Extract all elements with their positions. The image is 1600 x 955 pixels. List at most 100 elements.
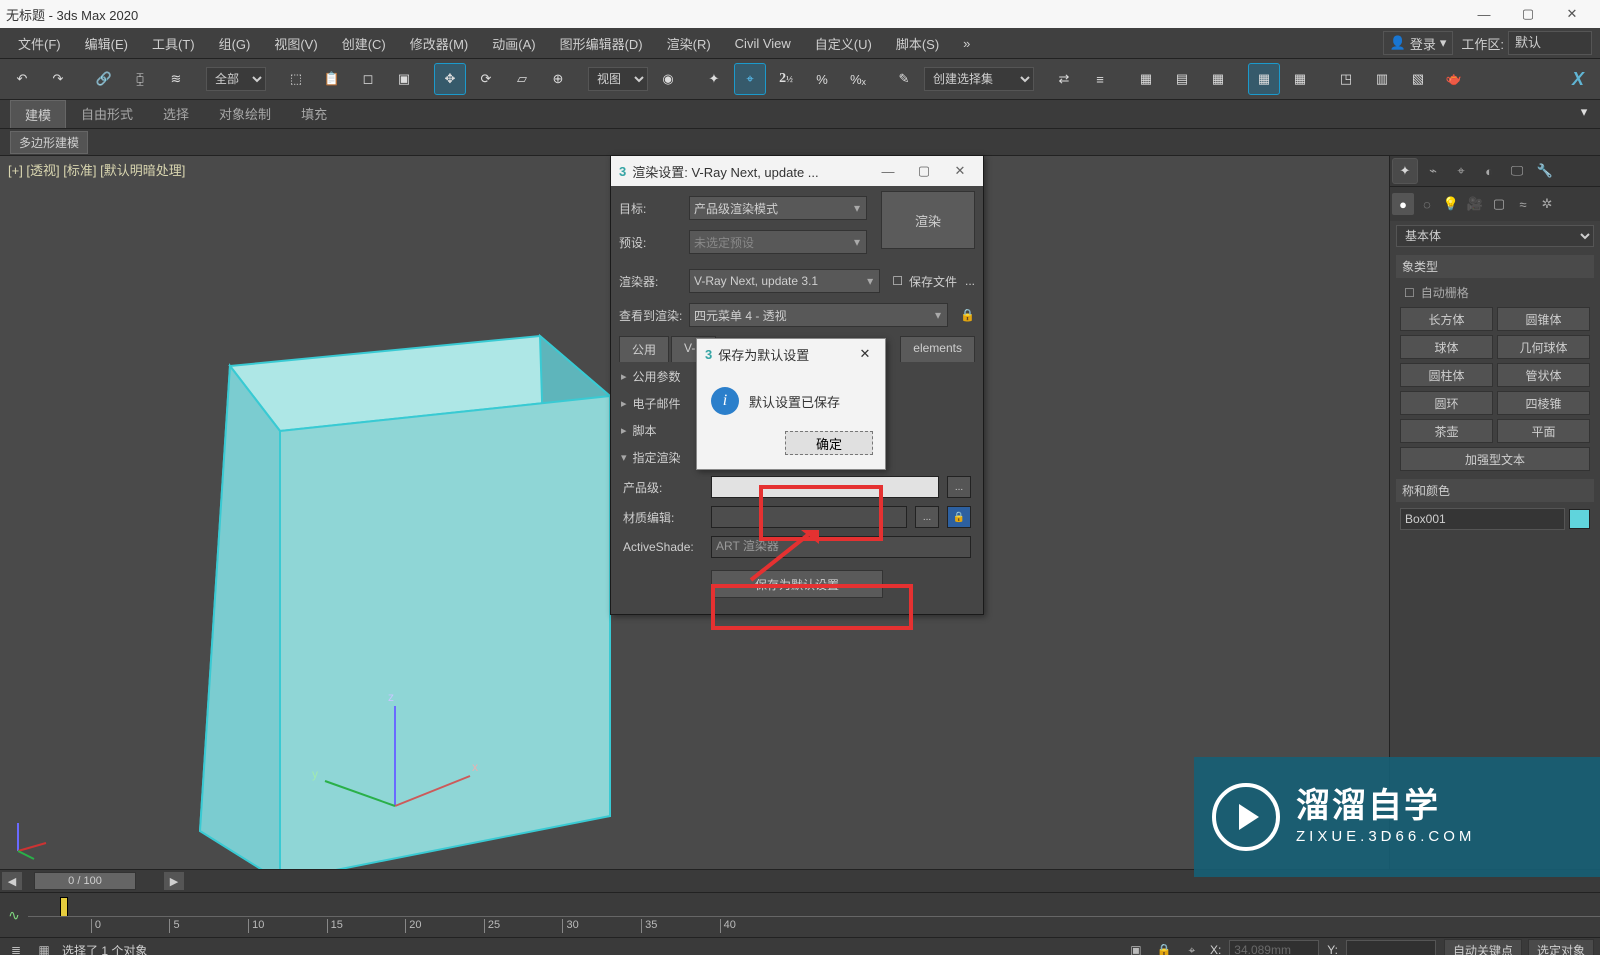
dialog-close-icon[interactable]: ✕	[945, 156, 975, 186]
x-tool-icon[interactable]: X	[1562, 63, 1594, 95]
more-icon[interactable]: ...	[965, 274, 975, 288]
create-spacewarps-icon[interactable]: ≈	[1512, 193, 1534, 215]
curve-editor-icon[interactable]: ▦	[1248, 63, 1280, 95]
panel-tab-hierarchy-icon[interactable]: ⌖	[1448, 158, 1474, 184]
snap-lock-icon[interactable]: ⌖	[1182, 940, 1202, 955]
checkbox-icon[interactable]: ☐	[892, 274, 903, 288]
dialog-maximize-icon[interactable]: ▢	[909, 156, 939, 186]
placement-icon[interactable]: ⊕	[542, 63, 574, 95]
info-close-icon[interactable]: ✕	[853, 346, 877, 362]
scale-icon[interactable]: ▱	[506, 63, 538, 95]
create-shapes-icon[interactable]: ◌	[1416, 193, 1438, 215]
reference-coord-select[interactable]: 视图	[588, 67, 648, 91]
key-marker-icon[interactable]	[60, 897, 68, 917]
panel-tab-motion-icon[interactable]: ◐	[1476, 158, 1502, 184]
layers-icon[interactable]: ▦	[1130, 63, 1162, 95]
named-selection-select[interactable]: 创建选择集	[924, 67, 1034, 91]
menu-civil-view[interactable]: Civil View	[723, 28, 803, 58]
spinner-snap-icon[interactable]: %ₓ	[842, 63, 874, 95]
time-thumb[interactable]: 0 / 100	[34, 872, 136, 890]
object-color-swatch[interactable]	[1569, 509, 1590, 529]
ribbon-tab-freeform[interactable]: 自由形式	[66, 99, 148, 128]
edit-named-sel-icon[interactable]: ✎	[888, 63, 920, 95]
login-button[interactable]: 👤 登录 ▾	[1383, 31, 1454, 55]
tab-common[interactable]: 公用	[619, 336, 669, 362]
menu-script[interactable]: 脚本(S)	[884, 28, 951, 58]
time-next-button[interactable]: ▶	[164, 872, 184, 890]
view-select[interactable]: 四元菜单 4 - 透视	[689, 303, 948, 327]
render-setup-icon[interactable]: ▥	[1366, 63, 1398, 95]
target-select[interactable]: 产品级渲染模式	[689, 196, 867, 220]
menu-render[interactable]: 渲染(R)	[655, 28, 723, 58]
mirror-icon[interactable]: ⇄	[1048, 63, 1080, 95]
mat-lock-icon[interactable]: 🔒	[947, 506, 971, 528]
menu-modifiers[interactable]: 修改器(M)	[398, 28, 481, 58]
material-editor-icon[interactable]: ◳	[1330, 63, 1362, 95]
track-toggle-icon[interactable]: ▦	[34, 940, 54, 955]
pivot-icon[interactable]: ◉	[652, 63, 684, 95]
primitive-cone-button[interactable]: 圆锥体	[1497, 307, 1590, 331]
prod-browse-button[interactable]: ...	[947, 476, 971, 498]
window-close-icon[interactable]: ✕	[1550, 0, 1594, 28]
ribbon-tab-paint[interactable]: 对象绘制	[204, 99, 286, 128]
ribbon-tab-selection[interactable]: 选择	[148, 99, 204, 128]
primitive-pyramid-button[interactable]: 四棱锥	[1497, 391, 1590, 415]
primitive-sphere-button[interactable]: 球体	[1400, 335, 1493, 359]
window-maximize-icon[interactable]: ▢	[1506, 0, 1550, 28]
isolate-icon[interactable]: ▣	[1126, 940, 1146, 955]
move-icon[interactable]: ✥	[434, 63, 466, 95]
panel-tab-create-icon[interactable]: ✦	[1392, 158, 1418, 184]
lock-icon[interactable]: 🔒	[1154, 940, 1174, 955]
menu-tools[interactable]: 工具(T)	[140, 28, 207, 58]
panel-tab-display-icon[interactable]: 🖵	[1504, 158, 1530, 184]
selection-filter-select[interactable]: 全部	[206, 67, 266, 91]
menu-create[interactable]: 创建(C)	[330, 28, 398, 58]
primitive-cylinder-button[interactable]: 圆柱体	[1400, 363, 1493, 387]
render-button[interactable]: 渲染	[881, 191, 975, 249]
create-systems-icon[interactable]: ✲	[1536, 193, 1558, 215]
preset-select[interactable]: 未选定预设	[689, 230, 867, 254]
save-default-button[interactable]: 保存为默认设置	[711, 570, 883, 598]
angle-snap-icon[interactable]: 2½	[770, 63, 802, 95]
object-name-input[interactable]	[1400, 508, 1565, 530]
primitive-geosphere-button[interactable]: 几何球体	[1497, 335, 1590, 359]
create-geometry-icon[interactable]: ●	[1392, 193, 1414, 215]
window-minimize-icon[interactable]: —	[1462, 0, 1506, 28]
schematic-view-icon[interactable]: ▦	[1284, 63, 1316, 95]
mat-browse-button[interactable]: ...	[915, 506, 939, 528]
create-lights-icon[interactable]: 💡	[1440, 193, 1462, 215]
unlink-icon[interactable]: ⧮	[124, 63, 156, 95]
ok-button[interactable]: 确定	[785, 431, 873, 455]
time-prev-button[interactable]: ◀	[2, 872, 22, 890]
ribbon-toggle-icon[interactable]: ▦	[1202, 63, 1234, 95]
redo-icon[interactable]: ↷	[42, 63, 74, 95]
track-curve-icon[interactable]: ∿	[8, 907, 20, 924]
renderer-select[interactable]: V-Ray Next, update 3.1	[689, 269, 880, 293]
auto-key-button[interactable]: 自动关键点	[1444, 939, 1522, 955]
select-name-icon[interactable]: 📋	[316, 63, 348, 95]
primitive-torus-button[interactable]: 圆环	[1400, 391, 1493, 415]
primitive-category-select[interactable]: 基本体	[1396, 225, 1594, 247]
link-icon[interactable]: 🔗	[88, 63, 120, 95]
bind-spacewarp-icon[interactable]: ≋	[160, 63, 192, 95]
snap-toggle-icon[interactable]: ⌖	[734, 63, 766, 95]
menu-graph-editors[interactable]: 图形编辑器(D)	[548, 28, 655, 58]
menu-view[interactable]: 视图(V)	[262, 28, 329, 58]
manipulate-icon[interactable]: ✦	[698, 63, 730, 95]
workspace-select[interactable]: 默认	[1508, 31, 1592, 55]
subribbon-polymodel[interactable]: 多边形建模	[10, 131, 88, 154]
primitive-textplus-button[interactable]: 加强型文本	[1400, 447, 1590, 471]
primitive-box-button[interactable]: 长方体	[1400, 307, 1493, 331]
menu-overflow-icon[interactable]: »	[951, 28, 982, 58]
window-crossing-icon[interactable]: ▣	[388, 63, 420, 95]
undo-icon[interactable]: ↶	[6, 63, 38, 95]
percent-snap-icon[interactable]: %	[806, 63, 838, 95]
render-frame-icon[interactable]: ▧	[1402, 63, 1434, 95]
menu-animation[interactable]: 动画(A)	[480, 28, 547, 58]
dialog-minimize-icon[interactable]: —	[873, 156, 903, 186]
select-rect-icon[interactable]: ◻	[352, 63, 384, 95]
coord-y-input[interactable]	[1346, 940, 1436, 955]
menu-group[interactable]: 组(G)	[207, 28, 263, 58]
select-icon[interactable]: ⬚	[280, 63, 312, 95]
ribbon-tab-modeling[interactable]: 建模	[10, 100, 66, 128]
